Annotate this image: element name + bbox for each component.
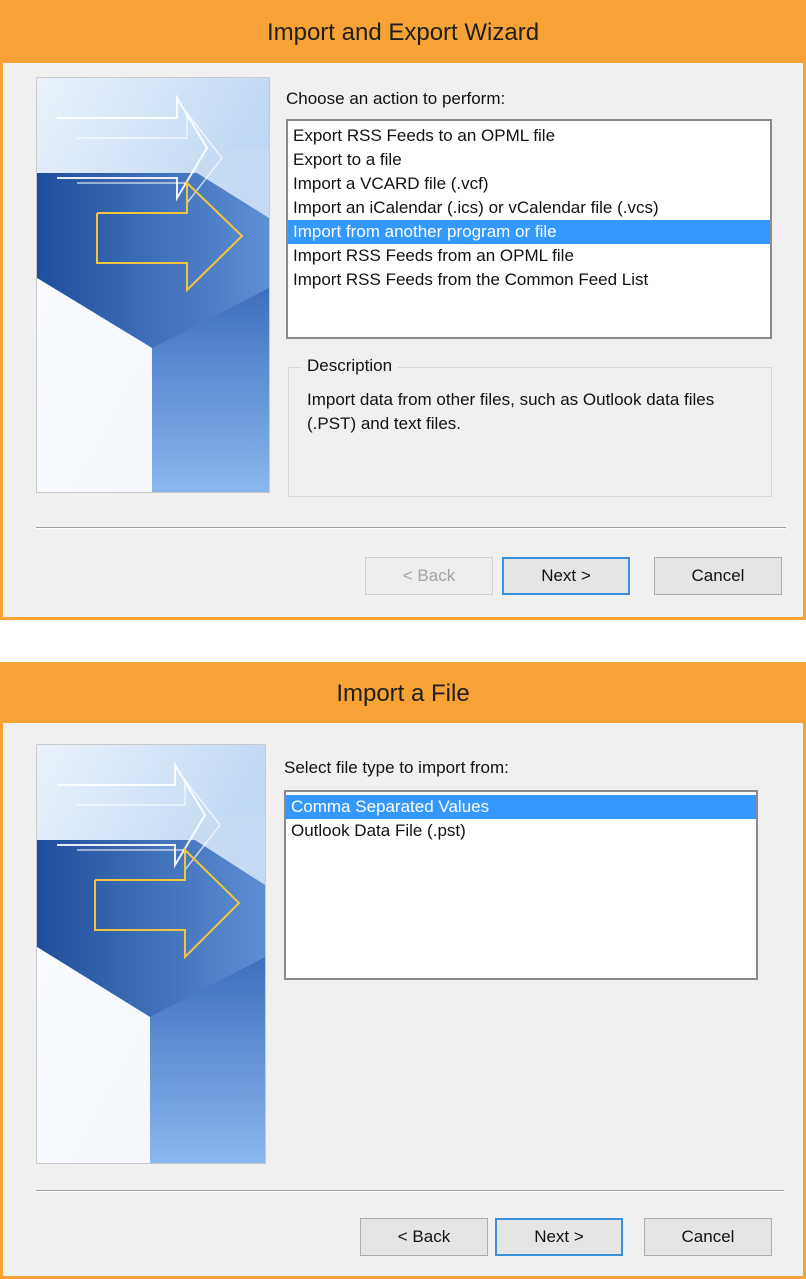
action-item[interactable]: Import an iCalendar (.ics) or vCalendar … (288, 196, 770, 220)
dialog-title: Import a File (336, 680, 470, 707)
file-type-listbox[interactable]: Comma Separated Values Outlook Data File… (284, 790, 758, 980)
wizard-art-image (36, 744, 266, 1164)
back-button[interactable]: < Back (365, 557, 493, 595)
back-button[interactable]: < Back (360, 1218, 488, 1256)
action-item[interactable]: Export RSS Feeds to an OPML file (288, 124, 770, 148)
action-prompt-label: Choose an action to perform: (286, 89, 506, 108)
wizard-arrows-icon (37, 745, 265, 1163)
dialog-title-bar: Import and Export Wizard (3, 3, 803, 63)
wizard-arrows-icon (37, 78, 269, 492)
dialog-title-bar: Import a File (3, 665, 803, 723)
cancel-button[interactable]: Cancel (654, 557, 782, 595)
next-button[interactable]: Next > (495, 1218, 623, 1256)
action-item[interactable]: Import RSS Feeds from an OPML file (288, 244, 770, 268)
action-listbox[interactable]: Export RSS Feeds to an OPML file Export … (286, 119, 772, 339)
button-separator (36, 527, 786, 529)
action-item[interactable]: Import RSS Feeds from the Common Feed Li… (288, 268, 770, 292)
file-type-item-selected[interactable]: Comma Separated Values (286, 795, 756, 819)
wizard-art-image (36, 77, 270, 493)
file-type-item[interactable]: Outlook Data File (.pst) (286, 819, 756, 843)
next-button[interactable]: Next > (502, 557, 630, 595)
action-item[interactable]: Import a VCARD file (.vcf) (288, 172, 770, 196)
background-strip (0, 620, 806, 662)
action-item[interactable]: Export to a file (288, 148, 770, 172)
cancel-button[interactable]: Cancel (644, 1218, 772, 1256)
import-export-wizard-dialog: Import and Export Wizard Choose an actio… (0, 0, 806, 620)
description-text: Import data from other files, such as Ou… (307, 390, 715, 433)
file-type-prompt-label: Select file type to import from: (284, 758, 509, 777)
description-group: Description Import data from other files… (288, 356, 772, 497)
button-separator (36, 1190, 784, 1192)
action-item-selected[interactable]: Import from another program or file (288, 220, 770, 244)
description-legend: Description (301, 356, 399, 376)
dialog-title: Import and Export Wizard (266, 19, 540, 46)
import-a-file-dialog: Import a File Select file type to import… (0, 662, 806, 1279)
